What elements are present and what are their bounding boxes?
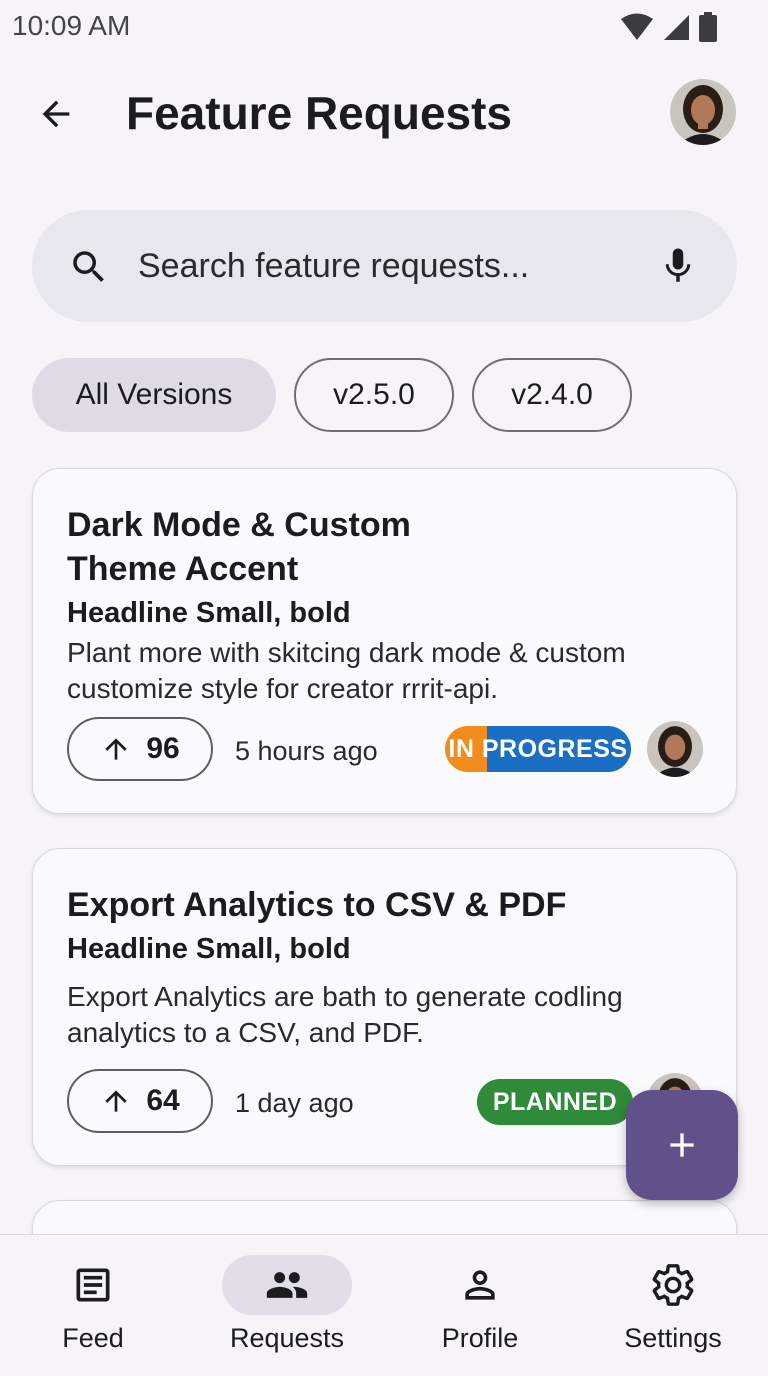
arrow-up-icon xyxy=(105,738,127,760)
nav-item-profile[interactable]: Profile xyxy=(405,1255,555,1354)
plus-icon xyxy=(670,1133,694,1157)
status-badge: IN PROGRESS xyxy=(445,726,631,772)
search-icon xyxy=(73,251,104,282)
nav-item-settings[interactable]: Settings xyxy=(598,1255,748,1354)
status-badge: PLANNED xyxy=(477,1079,633,1125)
mic-icon[interactable] xyxy=(657,244,699,288)
bottom-navigation: Feed Requests Profile Settings xyxy=(0,1234,768,1376)
top-app-bar: Feature Requests xyxy=(0,70,768,156)
card-description: Plant more with skitcing dark mode & cus… xyxy=(67,637,626,704)
search-bar[interactable] xyxy=(32,210,737,322)
article-icon xyxy=(76,1268,110,1302)
battery-icon xyxy=(699,12,717,42)
vote-count: 96 xyxy=(146,732,180,765)
nav-label: Profile xyxy=(441,1323,519,1353)
card-subtitle: Headline Small, bold xyxy=(67,933,351,965)
person-icon xyxy=(465,1270,495,1300)
user-avatar[interactable] xyxy=(670,79,736,145)
chip-v2-4-0[interactable]: v2.4.0 xyxy=(472,358,632,432)
card-timestamp: 1 day ago xyxy=(235,1088,354,1118)
nav-icon-container xyxy=(222,1255,352,1315)
upvote-button[interactable]: 96 xyxy=(67,717,213,781)
search-input[interactable] xyxy=(138,240,638,292)
avatar-image xyxy=(670,79,736,145)
page-title: Feature Requests xyxy=(126,87,513,139)
wifi-icon xyxy=(621,13,653,40)
author-avatar xyxy=(647,721,703,777)
nav-item-feed[interactable]: Feed xyxy=(18,1255,168,1354)
screen: 10:09 AM Feature Requests All xyxy=(0,0,768,1376)
arrow-back-icon xyxy=(42,100,70,128)
version-filter-chips: All Versions v2.5.0 v2.4.0 xyxy=(32,358,632,432)
arrow-up-icon xyxy=(105,1090,127,1112)
card-title: Dark Mode & Custom Theme Accent xyxy=(67,506,411,588)
nav-label: Feed xyxy=(62,1323,124,1353)
gear-icon xyxy=(652,1264,694,1306)
back-button[interactable] xyxy=(30,88,82,140)
status-icons xyxy=(620,12,718,42)
card-title: Export Analytics to CSV & PDF xyxy=(67,886,567,924)
card-timestamp: 5 hours ago xyxy=(235,736,378,766)
add-request-fab[interactable] xyxy=(626,1090,738,1200)
nav-icon-container xyxy=(415,1255,545,1315)
vote-count: 64 xyxy=(146,1084,180,1117)
chip-all-versions[interactable]: All Versions xyxy=(32,358,276,432)
nav-label: Requests xyxy=(229,1323,345,1353)
upvote-button[interactable]: 64 xyxy=(67,1069,213,1133)
status-bar: 10:09 AM xyxy=(0,0,768,52)
status-time: 10:09 AM xyxy=(12,10,131,41)
signal-icon xyxy=(664,15,689,40)
chip-v2-5-0[interactable]: v2.5.0 xyxy=(294,358,454,432)
card-description: Export Analytics are bath to generate co… xyxy=(67,981,623,1048)
nav-label: Settings xyxy=(624,1323,722,1353)
feature-request-card[interactable]: Dark Mode & Custom Theme Accent Headline… xyxy=(32,468,737,814)
nav-icon-container xyxy=(608,1255,738,1315)
card-subtitle: Headline Small, bold xyxy=(67,597,351,629)
people-icon xyxy=(266,1272,308,1298)
nav-item-requests[interactable]: Requests xyxy=(212,1255,362,1354)
nav-icon-container xyxy=(28,1255,158,1315)
